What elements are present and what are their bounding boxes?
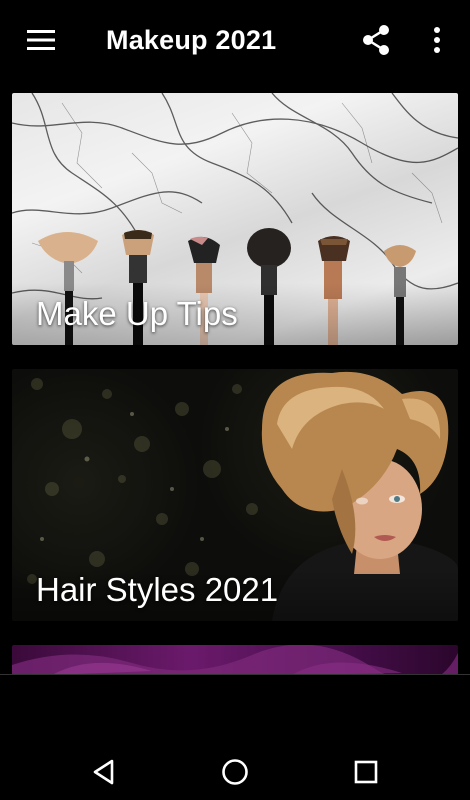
system-navigation-bar	[0, 740, 470, 800]
back-icon	[93, 759, 114, 785]
share-icon	[363, 25, 389, 55]
purple-petals-image	[12, 645, 458, 674]
menu-button[interactable]	[17, 16, 65, 64]
more-vert-icon	[434, 27, 440, 53]
divider	[0, 674, 470, 675]
app-screen: Makeup 2021 Make Up Tips Hair Styles 202…	[0, 0, 470, 800]
category-card-makeup-tips[interactable]: Make Up Tips	[12, 93, 458, 345]
app-bar: Makeup 2021	[0, 0, 470, 80]
home-button[interactable]	[211, 752, 259, 792]
share-button[interactable]	[352, 16, 400, 64]
card-title: Make Up Tips	[36, 295, 238, 332]
more-options-button[interactable]	[413, 16, 461, 64]
card-title: Hair Styles 2021	[36, 571, 279, 608]
back-button[interactable]	[80, 752, 128, 792]
recents-button[interactable]	[342, 752, 390, 792]
category-card-partial[interactable]	[12, 645, 458, 674]
category-list[interactable]: Make Up Tips Hair Styles 2021	[0, 80, 470, 674]
category-card-hair-styles[interactable]: Hair Styles 2021	[12, 369, 458, 621]
recents-icon	[354, 760, 378, 784]
home-icon	[222, 759, 248, 785]
app-title: Makeup 2021	[106, 25, 277, 55]
menu-icon	[27, 30, 55, 50]
